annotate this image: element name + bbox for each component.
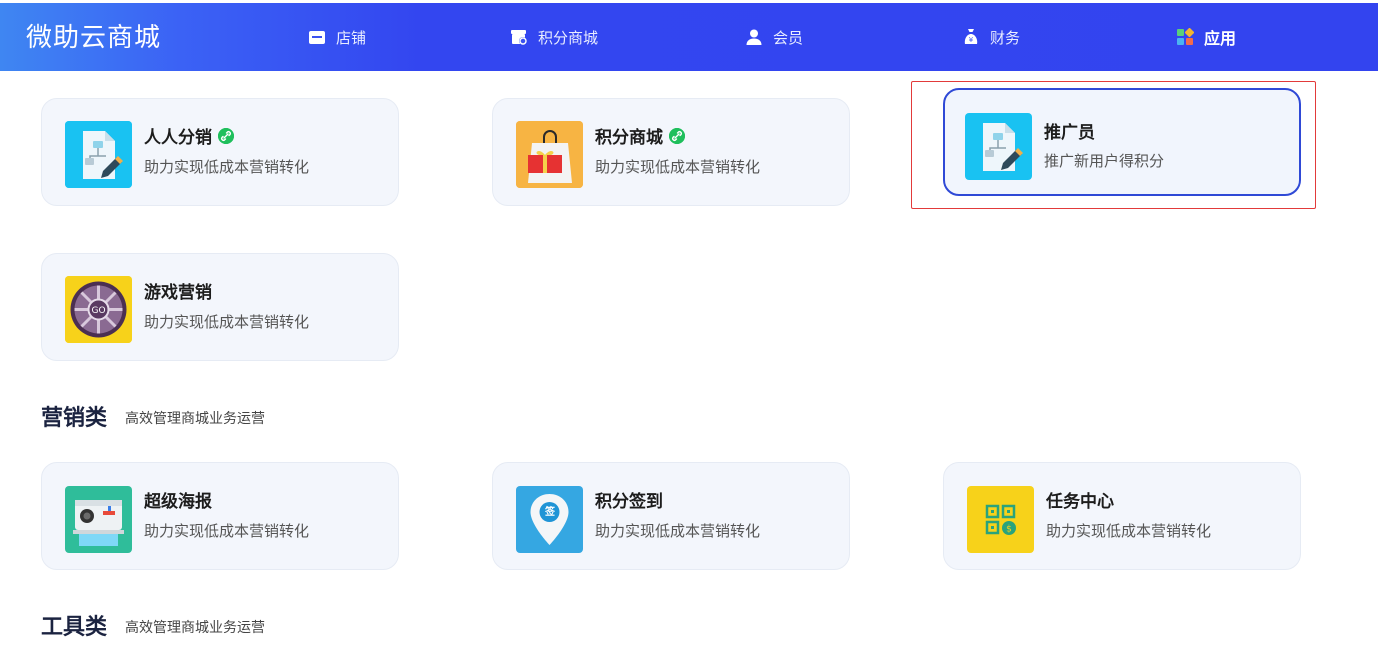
card-description: 助力实现低成本营销转化	[144, 158, 310, 176]
card-title: 积分商城	[595, 123, 685, 148]
nav-item-finance[interactable]: ¥ 财务	[962, 3, 1020, 71]
nav-label: 应用	[1204, 29, 1237, 48]
app-card-points-checkin[interactable]: 签 积分签到 助力实现低成本营销转化	[492, 462, 850, 570]
svg-text:$: $	[1006, 525, 1012, 535]
nav-item-store[interactable]: 店铺	[308, 3, 366, 71]
nav-label: 会员	[773, 28, 804, 47]
pin-label: 签	[545, 507, 555, 518]
card-title: 超级海报	[144, 487, 212, 512]
app-card-super-poster[interactable]: 超级海报 助力实现低成本营销转化	[41, 462, 399, 570]
user-icon	[745, 28, 763, 46]
card-title: 任务中心	[1046, 487, 1114, 512]
card-title-text: 任务中心	[1046, 492, 1114, 512]
nav-item-member[interactable]: 会员	[745, 3, 803, 71]
nav-item-points-mall[interactable]: 积分商城	[510, 3, 598, 71]
points-mall-icon	[510, 28, 528, 46]
section-title-marketing: 营销类	[41, 406, 108, 431]
roulette-wheel-icon: GO	[65, 276, 132, 343]
money-bag-icon: ¥	[962, 28, 980, 46]
card-description: 助力实现低成本营销转化	[144, 522, 310, 540]
app-card-points-mall[interactable]: 积分商城 助力实现低成本营销转化	[492, 98, 850, 206]
link-icon	[218, 127, 234, 144]
nav-item-apps[interactable]: 应用	[1176, 3, 1236, 71]
card-title-text: 积分签到	[595, 492, 663, 512]
brand-logo[interactable]: 微助云商城	[26, 17, 161, 54]
store-icon	[308, 28, 326, 46]
nav-label: 积分商城	[538, 28, 599, 47]
svg-text:¥: ¥	[969, 36, 974, 44]
flowchart-pencil-icon	[65, 121, 132, 188]
section-title-tools: 工具类	[41, 615, 108, 640]
shopping-bag-icon	[516, 121, 583, 188]
card-description: 助力实现低成本营销转化	[595, 158, 761, 176]
card-title: 人人分销	[144, 123, 234, 148]
card-description: 助力实现低成本营销转化	[1046, 522, 1212, 540]
card-title: 游戏营销	[144, 278, 212, 303]
card-description: 推广新用户得积分	[1044, 152, 1165, 170]
svg-text:GO: GO	[91, 306, 105, 316]
flowchart-pencil-icon	[965, 113, 1032, 180]
nav-label: 财务	[990, 28, 1021, 47]
app-card-task-center[interactable]: $ 任务中心 助力实现低成本营销转化	[943, 462, 1301, 570]
card-title-text: 推广员	[1044, 123, 1095, 143]
checkin-pin-icon	[516, 486, 583, 553]
camera-poster-icon	[65, 486, 132, 553]
app-card-distribution[interactable]: 人人分销 助力实现低成本营销转化	[41, 98, 399, 206]
apps-icon	[1176, 28, 1194, 46]
section-subtitle-tools: 高效管理商城业务运营	[125, 620, 265, 636]
app-card-promoter[interactable]: 推广员 推广新用户得积分	[943, 88, 1301, 196]
card-title: 推广员	[1044, 118, 1095, 143]
card-title-text: 超级海报	[144, 492, 212, 512]
qr-task-icon: $	[967, 486, 1034, 553]
section-subtitle-marketing: 高效管理商城业务运营	[125, 411, 265, 427]
card-description: 助力实现低成本营销转化	[144, 313, 310, 331]
app-card-game-marketing[interactable]: GO 游戏营销 助力实现低成本营销转化	[41, 253, 399, 361]
link-icon	[669, 127, 685, 144]
nav-label: 店铺	[336, 28, 367, 47]
card-title-text: 积分商城	[595, 128, 663, 148]
card-title-text: 人人分销	[144, 128, 212, 148]
top-nav-bar: 微助云商城 店铺 积分商城 会员 ¥ 财务 应用	[0, 3, 1378, 71]
card-title-text: 游戏营销	[144, 283, 212, 303]
card-description: 助力实现低成本营销转化	[595, 522, 761, 540]
card-title: 积分签到	[595, 487, 663, 512]
